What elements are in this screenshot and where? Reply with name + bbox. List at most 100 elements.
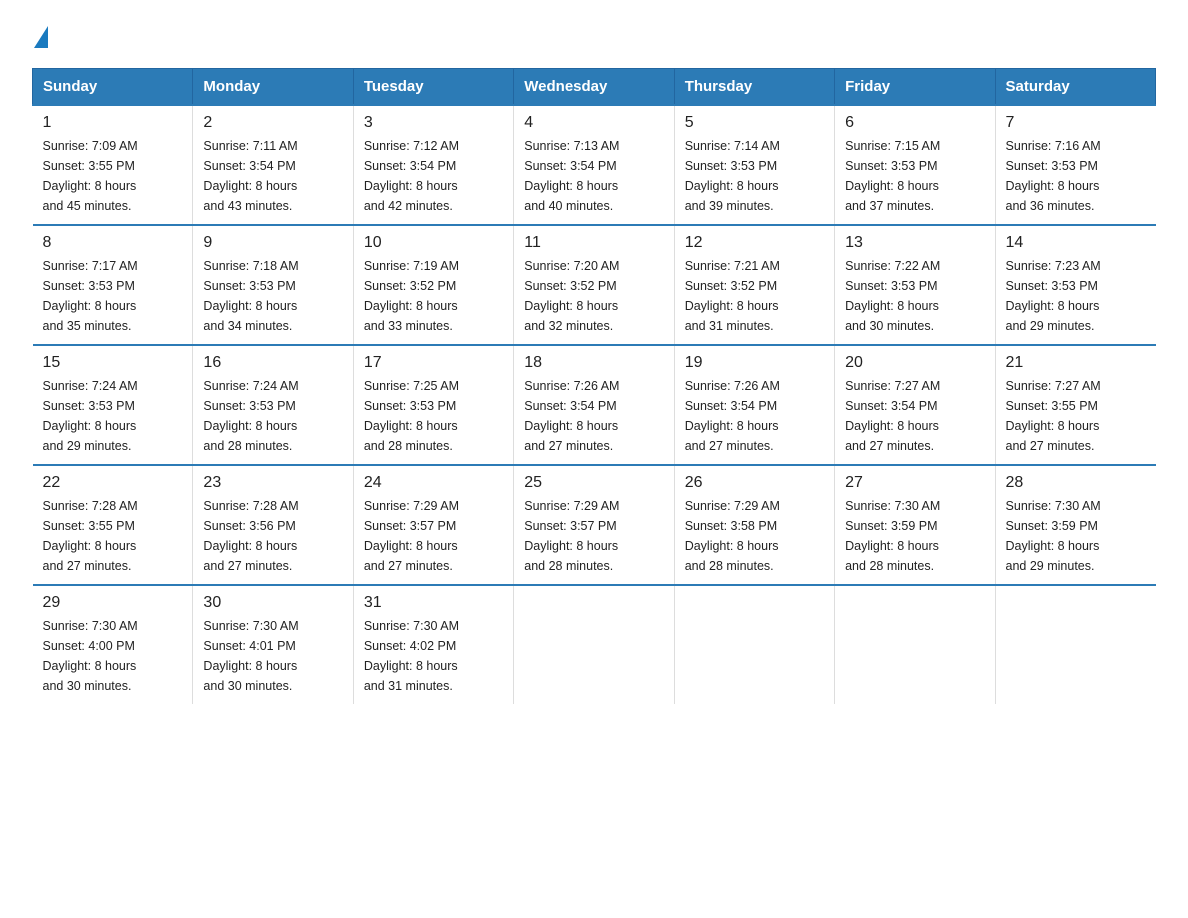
day-info: Sunrise: 7:27 AMSunset: 3:55 PMDaylight:… xyxy=(1006,379,1101,453)
day-number: 4 xyxy=(524,114,663,132)
calendar-cell: 26 Sunrise: 7:29 AMSunset: 3:58 PMDayligh… xyxy=(674,465,834,585)
day-number: 22 xyxy=(43,474,183,492)
calendar-cell: 29 Sunrise: 7:30 AMSunset: 4:00 PMDayligh… xyxy=(33,585,193,704)
calendar-cell: 12 Sunrise: 7:21 AMSunset: 3:52 PMDayligh… xyxy=(674,225,834,345)
day-info: Sunrise: 7:23 AMSunset: 3:53 PMDaylight:… xyxy=(1006,259,1101,333)
day-number: 30 xyxy=(203,594,342,612)
day-info: Sunrise: 7:11 AMSunset: 3:54 PMDaylight:… xyxy=(203,139,297,213)
calendar-cell: 24 Sunrise: 7:29 AMSunset: 3:57 PMDayligh… xyxy=(353,465,513,585)
day-number: 31 xyxy=(364,594,503,612)
calendar-cell: 3Sunrise: 7:12 AMSunset: 3:54 PMDaylight… xyxy=(353,105,513,225)
day-number: 7 xyxy=(1006,114,1146,132)
logo-triangle-icon xyxy=(34,26,48,48)
calendar-table: SundayMondayTuesdayWednesdayThursdayFrid… xyxy=(32,68,1156,704)
day-number: 9 xyxy=(203,234,342,252)
day-info: Sunrise: 7:30 AMSunset: 4:02 PMDaylight:… xyxy=(364,619,459,693)
day-number: 8 xyxy=(43,234,183,252)
weekday-header-friday: Friday xyxy=(835,69,995,106)
calendar-cell: 8 Sunrise: 7:17 AMSunset: 3:53 PMDaylight… xyxy=(33,225,193,345)
day-info: Sunrise: 7:28 AMSunset: 3:55 PMDaylight:… xyxy=(43,499,138,573)
calendar-week-row: 29 Sunrise: 7:30 AMSunset: 4:00 PMDayligh… xyxy=(33,585,1156,704)
day-info: Sunrise: 7:30 AMSunset: 3:59 PMDaylight:… xyxy=(845,499,940,573)
day-number: 13 xyxy=(845,234,984,252)
calendar-cell: 31 Sunrise: 7:30 AMSunset: 4:02 PMDayligh… xyxy=(353,585,513,704)
day-info: Sunrise: 7:17 AMSunset: 3:53 PMDaylight:… xyxy=(43,259,138,333)
calendar-cell xyxy=(995,585,1155,704)
day-number: 2 xyxy=(203,114,342,132)
day-info: Sunrise: 7:20 AMSunset: 3:52 PMDaylight:… xyxy=(524,259,619,333)
calendar-cell: 1 Sunrise: 7:09 AMSunset: 3:55 PMDaylight… xyxy=(33,105,193,225)
calendar-cell: 4 Sunrise: 7:13 AMSunset: 3:54 PMDaylight… xyxy=(514,105,674,225)
day-info: Sunrise: 7:26 AMSunset: 3:54 PMDaylight:… xyxy=(685,379,780,453)
day-number: 12 xyxy=(685,234,824,252)
day-number: 24 xyxy=(364,474,503,492)
day-number: 28 xyxy=(1006,474,1146,492)
calendar-cell: 13Sunrise: 7:22 AMSunset: 3:53 PMDayligh… xyxy=(835,225,995,345)
weekday-header-saturday: Saturday xyxy=(995,69,1155,106)
calendar-cell: 7 Sunrise: 7:16 AMSunset: 3:53 PMDaylight… xyxy=(995,105,1155,225)
day-info: Sunrise: 7:21 AMSunset: 3:52 PMDaylight:… xyxy=(685,259,780,333)
day-number: 14 xyxy=(1006,234,1146,252)
day-number: 11 xyxy=(524,234,663,252)
calendar-cell xyxy=(674,585,834,704)
calendar-cell: 10 Sunrise: 7:19 AMSunset: 3:52 PMDayligh… xyxy=(353,225,513,345)
weekday-header-monday: Monday xyxy=(193,69,353,106)
weekday-header-sunday: Sunday xyxy=(33,69,193,106)
calendar-week-row: 1 Sunrise: 7:09 AMSunset: 3:55 PMDaylight… xyxy=(33,105,1156,225)
day-number: 5 xyxy=(685,114,824,132)
day-info: Sunrise: 7:19 AMSunset: 3:52 PMDaylight:… xyxy=(364,259,459,333)
calendar-cell xyxy=(514,585,674,704)
day-number: 29 xyxy=(43,594,183,612)
calendar-cell: 28 Sunrise: 7:30 AMSunset: 3:59 PMDayligh… xyxy=(995,465,1155,585)
weekday-header-tuesday: Tuesday xyxy=(353,69,513,106)
calendar-cell: 9Sunrise: 7:18 AMSunset: 3:53 PMDaylight… xyxy=(193,225,353,345)
calendar-cell: 2 Sunrise: 7:11 AMSunset: 3:54 PMDaylight… xyxy=(193,105,353,225)
calendar-cell: 25Sunrise: 7:29 AMSunset: 3:57 PMDayligh… xyxy=(514,465,674,585)
calendar-cell: 20Sunrise: 7:27 AMSunset: 3:54 PMDayligh… xyxy=(835,345,995,465)
day-number: 21 xyxy=(1006,354,1146,372)
day-info: Sunrise: 7:25 AMSunset: 3:53 PMDaylight:… xyxy=(364,379,459,453)
day-info: Sunrise: 7:30 AMSunset: 4:00 PMDaylight:… xyxy=(43,619,138,693)
calendar-cell: 23Sunrise: 7:28 AMSunset: 3:56 PMDayligh… xyxy=(193,465,353,585)
calendar-cell: 14 Sunrise: 7:23 AMSunset: 3:53 PMDayligh… xyxy=(995,225,1155,345)
calendar-week-row: 15 Sunrise: 7:24 AMSunset: 3:53 PMDayligh… xyxy=(33,345,1156,465)
day-info: Sunrise: 7:14 AMSunset: 3:53 PMDaylight:… xyxy=(685,139,780,213)
day-number: 26 xyxy=(685,474,824,492)
day-info: Sunrise: 7:13 AMSunset: 3:54 PMDaylight:… xyxy=(524,139,619,213)
calendar-cell: 11 Sunrise: 7:20 AMSunset: 3:52 PMDayligh… xyxy=(514,225,674,345)
day-info: Sunrise: 7:30 AMSunset: 4:01 PMDaylight:… xyxy=(203,619,298,693)
calendar-week-row: 8 Sunrise: 7:17 AMSunset: 3:53 PMDaylight… xyxy=(33,225,1156,345)
calendar-cell: 19 Sunrise: 7:26 AMSunset: 3:54 PMDayligh… xyxy=(674,345,834,465)
day-number: 1 xyxy=(43,114,183,132)
day-info: Sunrise: 7:26 AMSunset: 3:54 PMDaylight:… xyxy=(524,379,619,453)
weekday-header-row: SundayMondayTuesdayWednesdayThursdayFrid… xyxy=(33,69,1156,106)
calendar-cell: 6 Sunrise: 7:15 AMSunset: 3:53 PMDaylight… xyxy=(835,105,995,225)
day-info: Sunrise: 7:30 AMSunset: 3:59 PMDaylight:… xyxy=(1006,499,1101,573)
calendar-cell: 22 Sunrise: 7:28 AMSunset: 3:55 PMDayligh… xyxy=(33,465,193,585)
logo xyxy=(32,24,48,48)
day-number: 23 xyxy=(203,474,342,492)
day-info: Sunrise: 7:09 AMSunset: 3:55 PMDaylight:… xyxy=(43,139,138,213)
day-number: 6 xyxy=(845,114,984,132)
calendar-cell: 30 Sunrise: 7:30 AMSunset: 4:01 PMDayligh… xyxy=(193,585,353,704)
day-number: 10 xyxy=(364,234,503,252)
calendar-cell: 16 Sunrise: 7:24 AMSunset: 3:53 PMDayligh… xyxy=(193,345,353,465)
day-info: Sunrise: 7:29 AMSunset: 3:57 PMDaylight:… xyxy=(364,499,459,573)
weekday-header-wednesday: Wednesday xyxy=(514,69,674,106)
day-number: 15 xyxy=(43,354,183,372)
day-info: Sunrise: 7:16 AMSunset: 3:53 PMDaylight:… xyxy=(1006,139,1101,213)
day-info: Sunrise: 7:24 AMSunset: 3:53 PMDaylight:… xyxy=(203,379,298,453)
day-info: Sunrise: 7:15 AMSunset: 3:53 PMDaylight:… xyxy=(845,139,940,213)
weekday-header-thursday: Thursday xyxy=(674,69,834,106)
day-number: 17 xyxy=(364,354,503,372)
calendar-cell xyxy=(835,585,995,704)
calendar-cell: 21 Sunrise: 7:27 AMSunset: 3:55 PMDayligh… xyxy=(995,345,1155,465)
day-number: 25 xyxy=(524,474,663,492)
day-info: Sunrise: 7:29 AMSunset: 3:58 PMDaylight:… xyxy=(685,499,780,573)
day-number: 16 xyxy=(203,354,342,372)
calendar-week-row: 22 Sunrise: 7:28 AMSunset: 3:55 PMDayligh… xyxy=(33,465,1156,585)
calendar-cell: 17 Sunrise: 7:25 AMSunset: 3:53 PMDayligh… xyxy=(353,345,513,465)
day-info: Sunrise: 7:27 AMSunset: 3:54 PMDaylight:… xyxy=(845,379,940,453)
day-number: 18 xyxy=(524,354,663,372)
day-number: 19 xyxy=(685,354,824,372)
